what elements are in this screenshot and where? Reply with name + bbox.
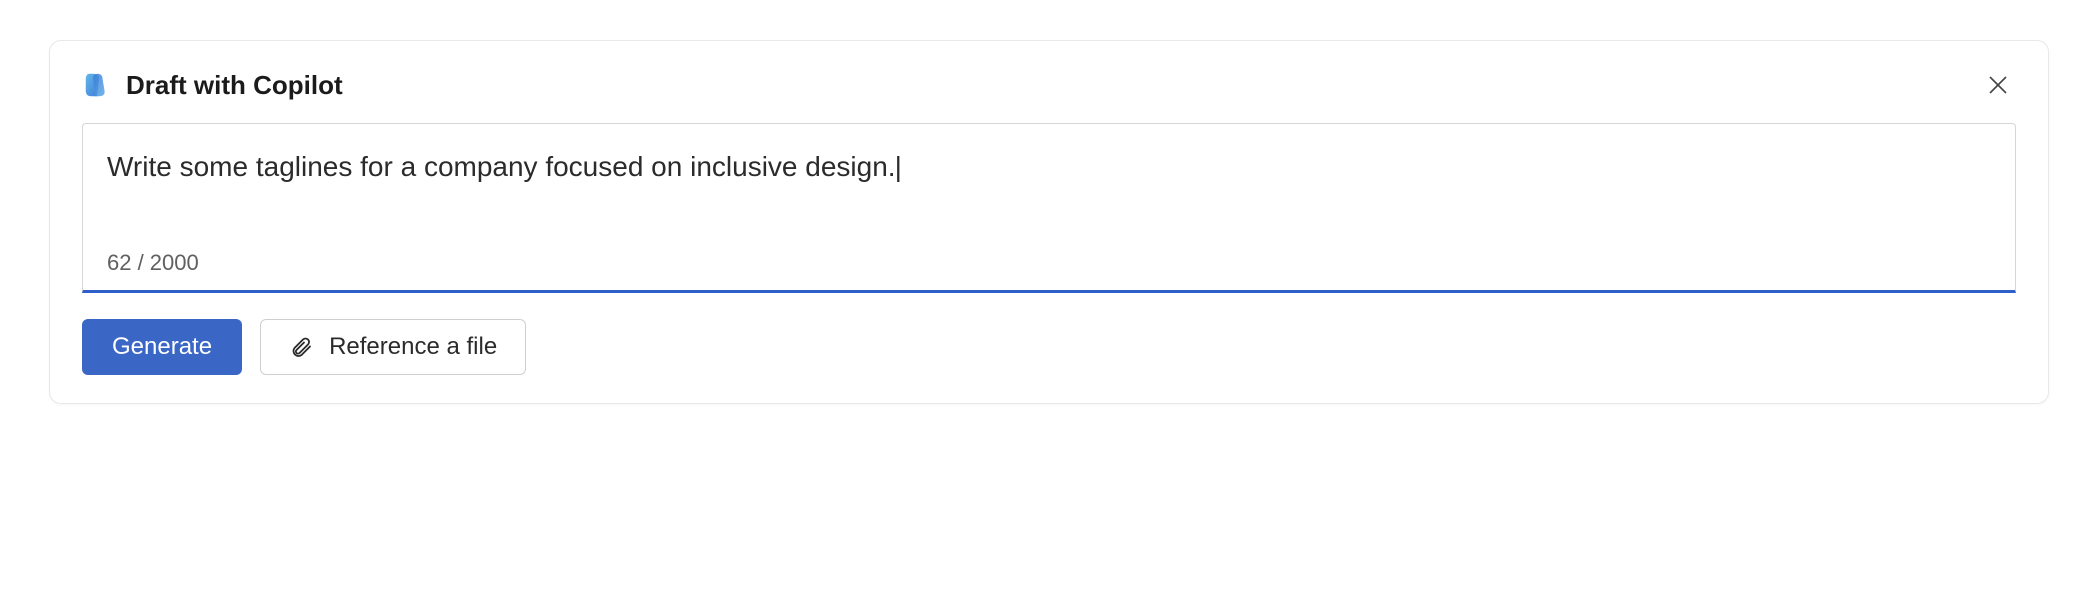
char-counter: 62 / 2000 (107, 250, 1991, 276)
close-icon (1986, 73, 2010, 97)
copilot-draft-panel: Draft with Copilot Write some taglines f… (49, 40, 2049, 404)
title-wrap: Draft with Copilot (82, 70, 343, 101)
panel-title: Draft with Copilot (126, 70, 343, 101)
paperclip-icon (289, 335, 313, 359)
action-row: Generate Reference a file (82, 319, 2016, 375)
panel-header: Draft with Copilot (82, 67, 2016, 103)
close-button[interactable] (1980, 67, 2016, 103)
copilot-icon (82, 70, 112, 100)
prompt-text[interactable]: Write some taglines for a company focuse… (107, 148, 1991, 186)
generate-button[interactable]: Generate (82, 319, 242, 375)
reference-file-button[interactable]: Reference a file (260, 319, 526, 375)
reference-file-label: Reference a file (329, 333, 497, 361)
prompt-input-box[interactable]: Write some taglines for a company focuse… (82, 123, 2016, 293)
